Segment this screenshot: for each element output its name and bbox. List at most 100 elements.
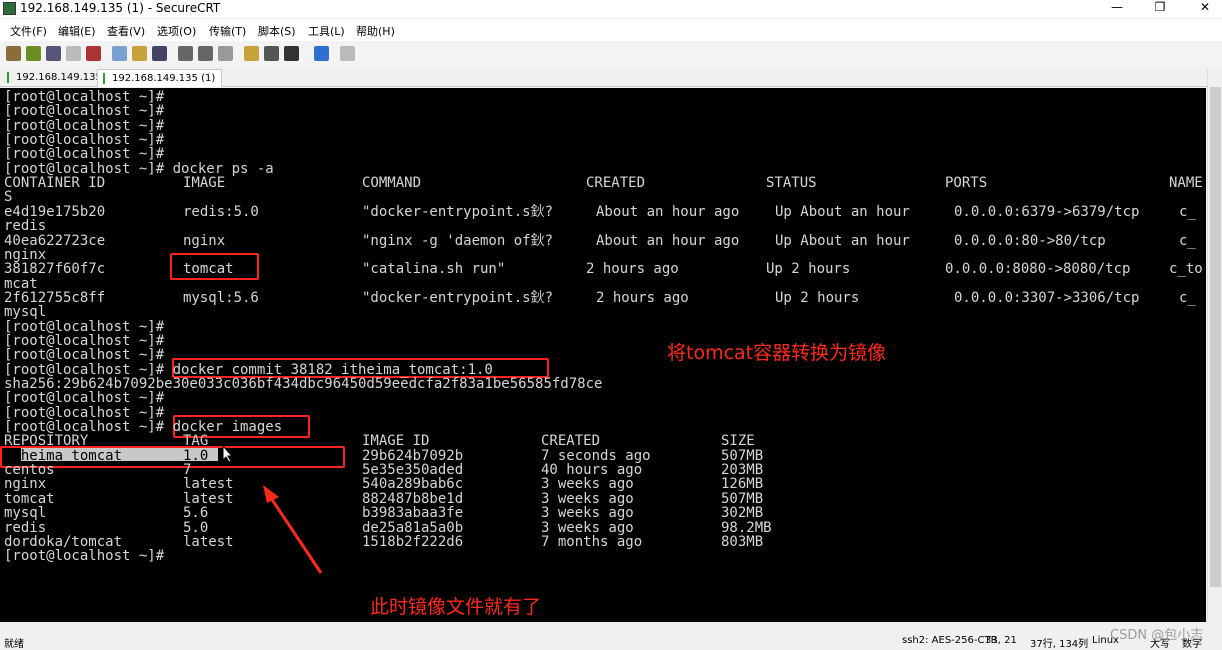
- status-cursor-position: 33, 21: [985, 635, 1017, 646]
- images-row-cell: latest: [183, 476, 234, 493]
- toolbar: [0, 41, 1222, 66]
- quick-connect-icon[interactable]: [6, 46, 21, 61]
- ps-row-wrap: redis: [0, 219, 1206, 233]
- printer-setup-icon[interactable]: [218, 46, 233, 61]
- images-row-cell: 3 weeks ago: [541, 490, 634, 507]
- images-row-cell: 507MB: [721, 490, 764, 507]
- ps-header-cell: CREATED: [586, 175, 646, 192]
- ps-row-cell: 2 hours ago: [586, 261, 679, 278]
- ps-row: 2f612755c8ff mysql:5.6 "docker-entrypoint.…: [0, 291, 1206, 305]
- images-row-cell: 5e35e350aded: [362, 462, 464, 479]
- menu-help[interactable]: 帮助(H): [356, 23, 395, 39]
- images-row: centos 7 5e35e350aded 40 hours ago 203MB: [0, 463, 1206, 477]
- maximize-button[interactable]: ❐: [1145, 0, 1175, 14]
- status-ready: 就绪: [4, 639, 24, 650]
- close-button[interactable]: ✕: [1190, 0, 1220, 14]
- menu-edit[interactable]: 编辑(E): [58, 23, 96, 39]
- print-icon[interactable]: [178, 46, 193, 61]
- ps-header-cell: COMMAND: [362, 175, 422, 192]
- ps-row-wrap: mysql: [0, 305, 1206, 319]
- sftp-icon[interactable]: [340, 46, 355, 61]
- terminal-line-cell: [root@localhost ~]#: [4, 318, 165, 335]
- title-bar: 192.168.149.135 (1) - SecureCRT — ❐ ✕: [0, 0, 1222, 18]
- images-row-cell: latest: [183, 490, 234, 507]
- images-header-cell: CREATED: [541, 433, 601, 450]
- terminal-prompt-line: [root@localhost ~]#: [0, 549, 1206, 563]
- ps-row-cell: redis:5.0: [183, 203, 259, 220]
- menu-options[interactable]: 选项(O): [157, 23, 196, 39]
- status-terminal-size: 37行, 134列: [1030, 639, 1089, 650]
- tab-session-1[interactable]: 192.168.149.135: [2, 69, 108, 87]
- terminal-line: [root@localhost ~]#: [0, 90, 1206, 104]
- menu-transfer[interactable]: 传输(T): [209, 23, 246, 39]
- terminal-line-cell: [root@localhost ~]# docker ps -a: [4, 160, 274, 177]
- terminal-line: [root@localhost ~]#: [0, 391, 1206, 405]
- ps-row-wrap: mcat: [0, 277, 1206, 291]
- images-row-cell: 7 months ago: [541, 533, 643, 550]
- session-tabs: 192.168.149.135 192.168.149.135 (1): [0, 67, 1222, 87]
- help-icon[interactable]: [314, 46, 329, 61]
- vertical-scrollbar[interactable]: [1207, 69, 1222, 622]
- images-row-cell: 7 seconds ago: [541, 447, 651, 464]
- reconnect-icon[interactable]: [46, 46, 61, 61]
- global-options-icon[interactable]: [264, 46, 279, 61]
- terminal-line-cell: [root@localhost ~]#: [4, 404, 165, 421]
- terminal-line-cell: sha256:29b624b7092be30e033c036bf434dbc96…: [4, 376, 603, 392]
- images-row-cell: 1518b2f222d6: [362, 533, 464, 550]
- terminal-line: [root@localhost ~]#: [0, 147, 1206, 161]
- images-row-cell: 29b624b7092b: [362, 447, 464, 464]
- ps-row-cell: mysql:5.6: [183, 289, 259, 306]
- tab-session-2[interactable]: 192.168.149.135 (1): [97, 69, 223, 87]
- ps-row-cell: "nginx -g 'daemon of鈥?: [362, 232, 554, 249]
- images-row: itheima_tomcat 1.0 29b624b7092b 7 seconds a…: [0, 449, 1206, 463]
- status-bar: 就绪 ssh2: AES-256-CTR 33, 21 37行, 134列 Li…: [0, 631, 1222, 650]
- ps-row-cell: Up 2 hours: [766, 261, 851, 278]
- terminal[interactable]: 将tomcat容器转换为镜像 此时镜像文件就有了 [root@localhost…: [0, 88, 1206, 622]
- menu-file[interactable]: 文件(F): [10, 23, 47, 39]
- menu-script[interactable]: 脚本(S): [258, 23, 296, 39]
- ps-header-cell: IMAGE: [183, 175, 226, 192]
- disconnect-all-icon[interactable]: [86, 46, 101, 61]
- images-row-cell: 98.2MB: [721, 519, 772, 536]
- minimize-button[interactable]: —: [1102, 0, 1132, 14]
- session-options-icon[interactable]: [244, 46, 259, 61]
- terminal-line: [root@localhost ~]#: [0, 320, 1206, 334]
- menu-tools[interactable]: 工具(L): [308, 23, 345, 39]
- menu-bar: 文件(F) 编辑(E) 查看(V) 选项(O) 传输(T) 脚本(S) 工具(L…: [0, 19, 1222, 41]
- terminal-line-cell: [root@localhost ~]#: [4, 132, 165, 149]
- ps-header-wrap-cell: S: [4, 189, 13, 206]
- ps-row-wrap-cell: mysql: [4, 304, 47, 321]
- ps-row-cell: "docker-entrypoint.s鈥?: [362, 203, 554, 220]
- ps-row-cell: "catalina.sh run": [362, 261, 506, 278]
- ps-row: 40ea622723ce nginx "nginx -g 'daemon of鈥? A…: [0, 234, 1206, 248]
- securecrt-app-icon: [3, 2, 16, 15]
- images-row: nginx latest 540a289bab6c 3 weeks ago 126MB: [0, 477, 1206, 491]
- window-title: 192.168.149.135 (1) - SecureCRT: [20, 1, 221, 15]
- terminal-line-cell: [root@localhost ~]#: [4, 332, 165, 349]
- ps-header-wrap: S: [0, 190, 1206, 204]
- ps-row-wrap: nginx: [0, 248, 1206, 262]
- connect-tab-icon[interactable]: [26, 46, 41, 61]
- print-selection-icon[interactable]: [198, 46, 213, 61]
- disconnect-icon[interactable]: [66, 46, 81, 61]
- images-row-cell: 40 hours ago: [541, 462, 643, 479]
- ps-row-wrap-cell: mcat: [4, 275, 38, 292]
- ps-row-cell: 381827f60f7c: [4, 261, 106, 278]
- terminal-prompt-line-cell: [root@localhost ~]#: [4, 548, 165, 565]
- ps-row-wrap-cell: nginx: [4, 246, 47, 263]
- copy-icon[interactable]: [112, 46, 127, 61]
- images-row: tomcat latest 882487b8be1d 3 weeks ago 507MB: [0, 492, 1206, 506]
- paste-icon[interactable]: [132, 46, 147, 61]
- menu-view[interactable]: 查看(V): [107, 23, 145, 39]
- images-row-cell: 3 weeks ago: [541, 519, 634, 536]
- ps-row-cell: 40ea622723ce: [4, 232, 106, 249]
- ps-row-cell: 0.0.0.0:6379->6379/tcp: [954, 203, 1140, 220]
- images-row-cell: 540a289bab6c: [362, 476, 464, 493]
- images-header: REPOSITORY TAG IMAGE ID CREATED SIZE: [0, 434, 1206, 448]
- scrollbar-thumb[interactable]: [1210, 87, 1221, 587]
- ps-row-wrap-cell: redis: [4, 218, 47, 235]
- keymap-icon[interactable]: [284, 46, 299, 61]
- find-icon[interactable]: [152, 46, 167, 61]
- ps-header: CONTAINER ID IMAGE COMMAND CREATED STATUS POR…: [0, 176, 1206, 190]
- images-row-cell: nginx: [4, 476, 47, 493]
